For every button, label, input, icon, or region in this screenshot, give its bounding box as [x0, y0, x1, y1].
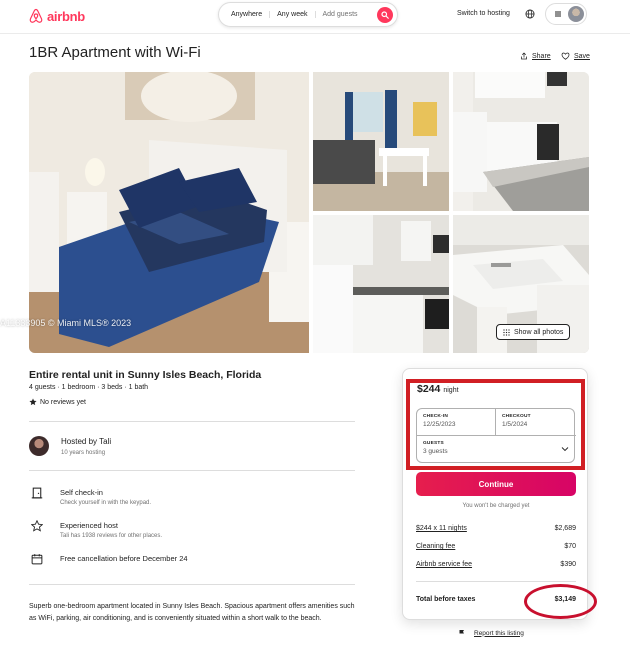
fee-row-nights: $244 x 11 nights $2,689: [416, 525, 576, 532]
listing-title: 1BR Apartment with Wi-Fi: [29, 44, 201, 61]
total-label: Total before taxes: [416, 596, 476, 603]
hosted-by: Hosted by Tali: [61, 437, 112, 446]
fee-label[interactable]: $244 x 11 nights: [416, 525, 467, 532]
save-label: Save: [574, 52, 590, 60]
search-bar[interactable]: Anywhere Any week Add guests: [218, 2, 398, 27]
host-avatar[interactable]: [29, 436, 49, 456]
fee-value: $390: [560, 561, 576, 568]
kitchen-2-image: [313, 215, 449, 353]
listing-subtitle: Entire rental unit in Sunny Isles Beach,…: [29, 369, 262, 381]
star-icon: [29, 398, 37, 406]
calendar-icon: [31, 554, 43, 565]
not-charged-note: You won't be charged yet: [462, 503, 530, 509]
reviews-label: No reviews yet: [40, 398, 86, 406]
photo-kitchen[interactable]: [453, 72, 589, 211]
fee-value: $2,689: [554, 525, 576, 532]
user-menu-button[interactable]: [545, 3, 587, 25]
fee-value: $70: [564, 543, 576, 550]
share-button[interactable]: Share: [520, 52, 551, 60]
photo-watermark: A11333905 © Miami MLS® 2023: [0, 318, 132, 328]
show-all-photos-button[interactable]: Show all photos: [496, 324, 571, 340]
fee-label[interactable]: Airbnb service fee: [416, 561, 472, 568]
grid-icon: [503, 328, 510, 336]
listing-details: 4 guests · 1 bedroom · 3 beds · 1 bath: [29, 384, 149, 391]
photo-gallery: [29, 72, 589, 353]
search-anywhere[interactable]: Anywhere: [231, 11, 271, 18]
menu-icon: [555, 11, 561, 17]
annotation-highlight-box: [406, 379, 585, 470]
feature-title: Free cancellation before December 24: [60, 554, 188, 563]
door-icon: [31, 487, 43, 499]
flag-icon: [459, 630, 464, 637]
feature-description: Check yourself in with the keypad.: [60, 500, 152, 506]
photo-kitchen-2[interactable]: [313, 215, 449, 353]
feature-title: Experienced host: [60, 521, 118, 530]
airbnb-logo-icon: [29, 8, 43, 23]
search-any-week[interactable]: Any week: [277, 11, 316, 18]
fee-row-service: Airbnb service fee $390: [416, 561, 576, 568]
feature-title: Self check-in: [60, 488, 103, 497]
report-listing-link[interactable]: Report this listing: [458, 629, 524, 637]
search-icon: [381, 10, 389, 19]
top-header: airbnb Anywhere Any week Add guests Swit…: [0, 0, 630, 34]
globe-icon[interactable]: [525, 9, 535, 19]
fee-label[interactable]: Cleaning fee: [416, 543, 455, 550]
living-room-image: [313, 72, 449, 211]
bedroom-image: [29, 72, 309, 353]
host-years: 10 years hosting: [61, 450, 106, 456]
kitchen-image: [453, 72, 589, 211]
report-label: Report this listing: [474, 629, 524, 637]
show-all-photos-label: Show all photos: [514, 328, 564, 336]
search-add-guests[interactable]: Add guests: [323, 11, 358, 18]
annotation-total-circle: [524, 584, 597, 619]
heart-icon: [561, 52, 570, 60]
save-button[interactable]: Save: [561, 52, 590, 60]
share-label: Share: [532, 52, 551, 60]
section-divider: [29, 584, 355, 585]
photo-bedroom[interactable]: [29, 72, 309, 353]
listing-description: Superb one-bedroom apartment located in …: [29, 603, 355, 622]
medal-icon: [31, 520, 43, 532]
user-avatar: [568, 6, 584, 22]
share-icon: [521, 52, 527, 60]
continue-button[interactable]: Continue: [416, 472, 576, 496]
fee-row-cleaning: Cleaning fee $70: [416, 543, 576, 550]
switch-to-hosting-link[interactable]: Switch to hosting: [457, 10, 510, 17]
airbnb-logo-text: airbnb: [47, 8, 85, 24]
section-divider: [29, 470, 355, 471]
search-button[interactable]: [377, 6, 393, 23]
photo-living-room[interactable]: [313, 72, 449, 211]
feature-description: Tali has 1938 reviews for other places.: [60, 533, 163, 539]
card-divider: [416, 581, 576, 582]
section-divider: [29, 421, 355, 422]
reviews-summary: No reviews yet: [29, 398, 86, 406]
airbnb-logo[interactable]: airbnb: [28, 7, 85, 25]
